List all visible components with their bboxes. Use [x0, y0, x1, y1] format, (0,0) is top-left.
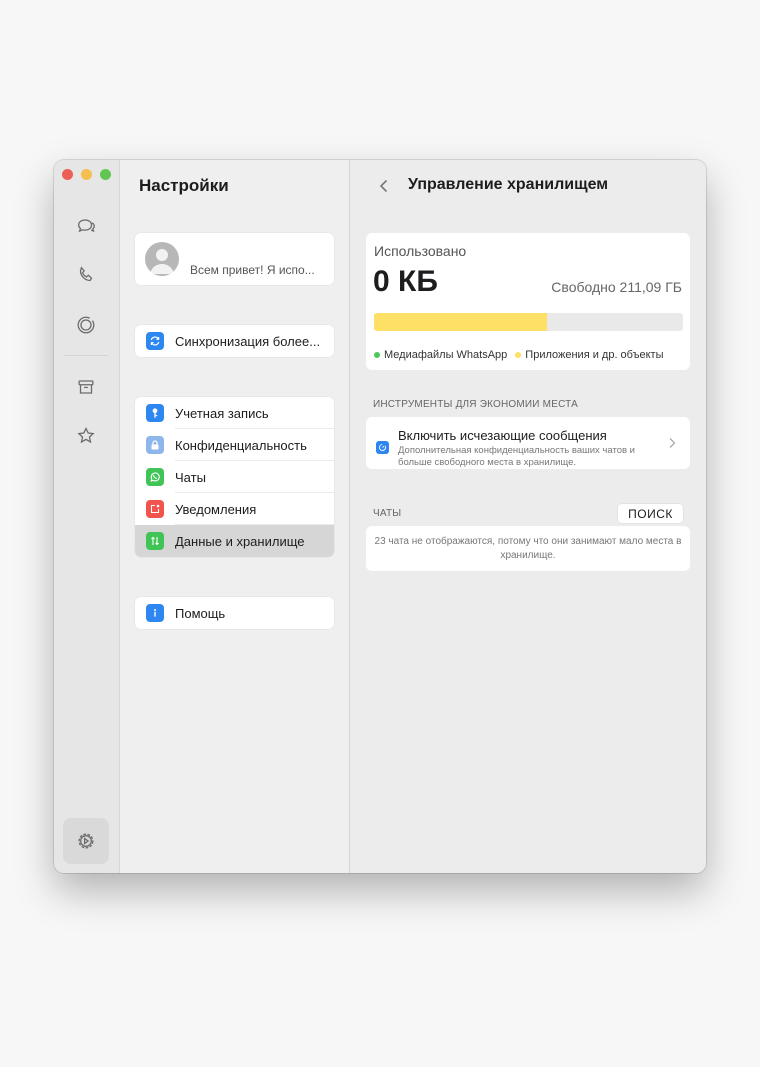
close-window-button[interactable] [62, 169, 73, 180]
data-arrows-icon [146, 532, 164, 550]
help-label: Помощь [175, 605, 226, 621]
legend-item-apps: Приложения и др. объекты [515, 349, 663, 361]
menu-item-label: Чаты [175, 469, 206, 485]
legend-item-media: Медиафайлы WhatsApp [374, 349, 507, 361]
storage-usage-bar [374, 313, 683, 331]
zoom-window-button[interactable] [100, 169, 111, 180]
menu-item-privacy[interactable]: Конфиденциальность [135, 429, 334, 461]
menu-item-data-storage[interactable]: Данные и хранилище [135, 525, 334, 557]
help-card[interactable]: Помощь [135, 597, 334, 629]
menu-item-label: Учетная запись [175, 405, 269, 421]
key-icon [146, 404, 164, 422]
sync-row[interactable]: Синхронизация более... [135, 325, 334, 357]
sync-icon [146, 332, 164, 350]
tool-title: Включить исчезающие сообщения [398, 428, 607, 443]
disappearing-messages-card[interactable]: Включить исчезающие сообщения Дополнител… [366, 417, 690, 469]
storage-detail-panel: Управление хранилищем Использовано 0 КБ … [350, 160, 706, 873]
rail-starred-button[interactable] [68, 418, 104, 454]
profile-card[interactable]: Всем привет! Я испо... [135, 233, 334, 285]
used-label: Использовано [374, 243, 467, 259]
chats-section-header: ЧАТЫ [373, 508, 402, 519]
minimize-window-button[interactable] [81, 169, 92, 180]
tool-description: Дополнительная конфиденциальность ваших … [398, 445, 635, 468]
gear-icon [78, 833, 94, 849]
menu-item-label: Уведомления [175, 501, 257, 517]
info-icon [146, 604, 164, 622]
user-silhouette-icon [150, 249, 174, 274]
chats-info-card: 23 чата не отображаются, потому что они … [366, 526, 690, 571]
storage-usage-card: Использовано 0 КБ Свободно 211,09 ГБ Мед… [366, 233, 690, 370]
back-chevron-icon[interactable] [376, 176, 392, 196]
free-space-label: Свободно 211,09 ГБ [551, 279, 682, 295]
page-title: Управление хранилищем [408, 176, 609, 193]
chats-info-text: 23 чата не отображаются, потому что они … [374, 536, 682, 561]
whatsapp-icon [146, 468, 164, 486]
storage-legend: Медиафайлы WhatsApp Приложения и др. объ… [374, 349, 663, 361]
phone-icon [79, 266, 93, 282]
settings-panel: Настройки Всем привет! Я испо... Синхрон… [120, 160, 350, 873]
sync-label: Синхронизация более... [175, 333, 321, 349]
settings-menu: Учетная запись Конфиденциальность Чаты У… [135, 397, 334, 557]
disappearing-timer-icon [376, 441, 389, 454]
rail-settings-button[interactable] [63, 818, 109, 864]
sync-card[interactable]: Синхронизация более... [135, 325, 334, 357]
rail-chats-button[interactable] [68, 208, 104, 244]
menu-item-label: Конфиденциальность [175, 437, 307, 453]
star-icon [77, 427, 95, 444]
tools-section-header: ИНСТРУМЕНТЫ ДЛЯ ЭКОНОМИИ МЕСТА [373, 399, 579, 410]
menu-item-chats[interactable]: Чаты [135, 461, 334, 493]
search-button[interactable]: ПОИСК [618, 504, 683, 523]
settings-title: Настройки [139, 176, 229, 195]
used-value: 0 КБ [373, 265, 438, 298]
rail-calls-button[interactable] [68, 257, 104, 293]
profile-status: Всем привет! Я испо... [190, 263, 315, 277]
menu-item-label: Данные и хранилище [175, 533, 305, 549]
menu-item-notifications[interactable]: Уведомления [135, 493, 334, 525]
rail-status-button[interactable] [68, 307, 104, 343]
chevron-right-icon [669, 438, 676, 448]
archive-box-icon [78, 380, 94, 394]
storage-usage-bar-fill [374, 313, 548, 331]
status-ring-icon [77, 316, 95, 334]
rail-divider [64, 355, 108, 356]
navigation-rail [54, 160, 120, 873]
window-controls [62, 169, 111, 180]
app-window: Настройки Всем привет! Я испо... Синхрон… [54, 160, 706, 873]
avatar [145, 242, 179, 276]
lock-icon [146, 436, 164, 454]
menu-item-help[interactable]: Помощь [135, 597, 334, 629]
menu-item-account[interactable]: Учетная запись [135, 397, 334, 429]
rail-archive-button[interactable] [68, 369, 104, 405]
chat-bubbles-icon [78, 219, 95, 233]
notification-icon [146, 500, 164, 518]
